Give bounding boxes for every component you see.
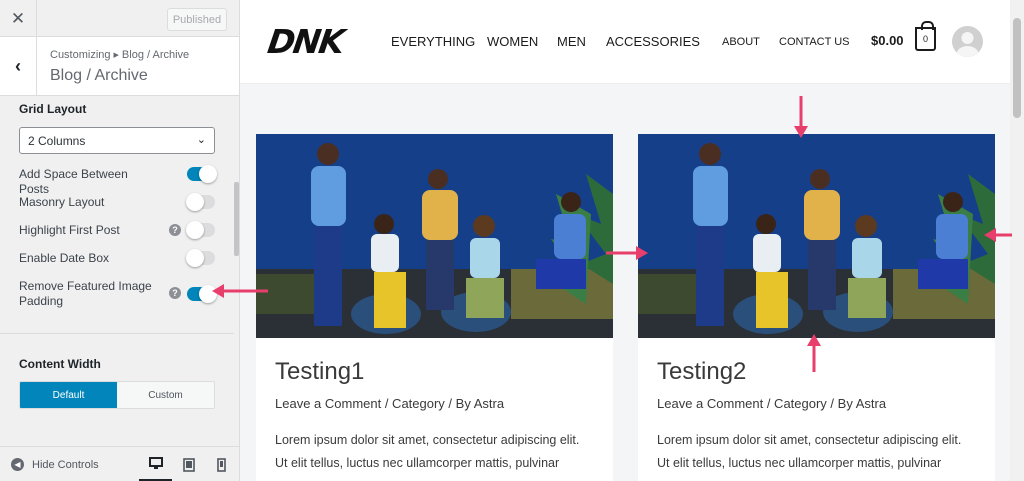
hide-controls-button[interactable]: ◀ Hide Controls (11, 458, 99, 471)
content-width-custom-button[interactable]: Custom (117, 382, 214, 408)
option-label: Remove Featured Image Padding (19, 279, 152, 308)
option-add-space: Add Space Between Posts (19, 165, 217, 197)
cart-bag-icon[interactable]: 0 (915, 21, 936, 51)
option-label: Enable Date Box (19, 251, 110, 265)
cart-count: 0 (922, 34, 928, 44)
help-icon[interactable]: ? (169, 287, 181, 299)
breadcrumb-separator-icon: ▶ (113, 52, 119, 59)
chevron-down-icon: ⌄ (196, 134, 206, 146)
nav-link-accessories[interactable]: ACCESSORIES (606, 34, 700, 49)
option-label: Highlight First Post (19, 223, 120, 237)
preview-scrollbar[interactable] (1010, 0, 1024, 481)
publish-button[interactable]: Published (167, 8, 227, 31)
toggle-masonry[interactable] (186, 193, 215, 211)
post-title[interactable]: Testing1 (275, 358, 364, 386)
option-date-box: Enable Date Box (19, 249, 217, 267)
back-arrow-icon[interactable]: ‹ (0, 37, 37, 95)
nav-link-men[interactable]: MEN (557, 34, 586, 49)
nav-link-contact[interactable]: CONTACT US (779, 36, 850, 48)
option-label: Masonry Layout (19, 195, 105, 209)
grid-layout-select[interactable]: 2 Columns ⌄ (19, 127, 215, 154)
post-meta[interactable]: Leave a Comment / Category / By Astra (275, 396, 504, 411)
site-preview: DNK EVERYTHING WOMEN MEN ACCESSORIES ABO… (240, 0, 1010, 481)
site-header: DNK EVERYTHING WOMEN MEN ACCESSORIES ABO… (240, 0, 1010, 84)
post-featured-image[interactable] (256, 134, 613, 338)
scrollbar-thumb[interactable] (1013, 18, 1021, 118)
grid-layout-value: 2 Columns (28, 133, 86, 148)
toggle-remove-padding[interactable] (187, 285, 217, 303)
grid-layout-label: Grid Layout (19, 102, 87, 116)
site-logo[interactable]: DNK (265, 22, 345, 61)
nav-link-women[interactable]: WOMEN (487, 34, 538, 49)
annotation-arrow-left-icon (984, 228, 1012, 242)
user-avatar[interactable] (952, 26, 983, 57)
desktop-preview-icon[interactable] (139, 447, 172, 481)
section-divider (0, 333, 234, 334)
annotation-arrow-up-icon (807, 334, 821, 372)
mobile-preview-icon[interactable] (205, 447, 238, 481)
sidebar-scrollbar[interactable] (234, 182, 239, 256)
post-card[interactable]: Testing2 Leave a Comment / Category / By… (638, 134, 995, 481)
panel-body: Grid Layout 2 Columns ⌄ Add Space Betwee… (0, 97, 234, 442)
option-masonry: Masonry Layout (19, 193, 217, 211)
toggle-highlight-first[interactable] (186, 221, 215, 239)
toggle-date-box[interactable] (186, 249, 215, 267)
panel-title: Blog / Archive (50, 67, 148, 84)
post-featured-image[interactable] (638, 134, 995, 338)
customizer-topbar: ✕ Published (0, 0, 239, 37)
panel-header: ‹ Customizing ▶ Blog / Archive Blog / Arch… (0, 37, 239, 96)
post-title[interactable]: Testing2 (657, 358, 746, 386)
post-excerpt: Lorem ipsum dolor sit amet, consectetur … (657, 433, 962, 470)
customizer-footer: ◀ Hide Controls (0, 446, 239, 481)
nav-link-about[interactable]: ABOUT (722, 36, 760, 48)
breadcrumb: Customizing ▶ Blog / Archive (50, 49, 189, 61)
option-label: Add Space Between Posts (19, 167, 128, 196)
annotation-arrow-right-icon (606, 246, 648, 260)
post-excerpt: Lorem ipsum dolor sit amet, consectetur … (275, 433, 580, 470)
toggle-knob (186, 249, 204, 267)
tablet-preview-icon[interactable] (172, 447, 205, 481)
option-remove-padding: Remove Featured Image Padding ? (19, 279, 217, 309)
annotation-arrow-left-icon (212, 284, 268, 298)
post-meta[interactable]: Leave a Comment / Category / By Astra (657, 396, 886, 411)
breadcrumb-current: Blog / Archive (121, 49, 190, 61)
toggle-knob (199, 165, 217, 183)
toggle-add-space[interactable] (187, 165, 217, 183)
content-width-switch: Default Custom (19, 381, 215, 409)
annotation-arrow-down-icon (794, 96, 808, 138)
option-highlight-first: Highlight First Post ? (19, 221, 217, 239)
content-width-label: Content Width (19, 357, 101, 371)
post-card[interactable]: Testing1 Leave a Comment / Category / By… (256, 134, 613, 481)
customizer-sidebar: ✕ Published ‹ Customizing ▶ Blog / Archive… (0, 0, 240, 481)
toggle-knob (186, 221, 204, 239)
collapse-icon: ◀ (11, 458, 24, 471)
close-icon[interactable]: ✕ (0, 0, 37, 37)
content-width-default-button[interactable]: Default (20, 382, 117, 408)
cart-total[interactable]: $0.00 (871, 33, 904, 48)
help-icon[interactable]: ? (169, 224, 181, 236)
hide-controls-label: Hide Controls (32, 458, 99, 471)
breadcrumb-root: Customizing (50, 49, 111, 61)
toggle-knob (186, 193, 204, 211)
nav-link-everything[interactable]: EVERYTHING (391, 34, 475, 49)
